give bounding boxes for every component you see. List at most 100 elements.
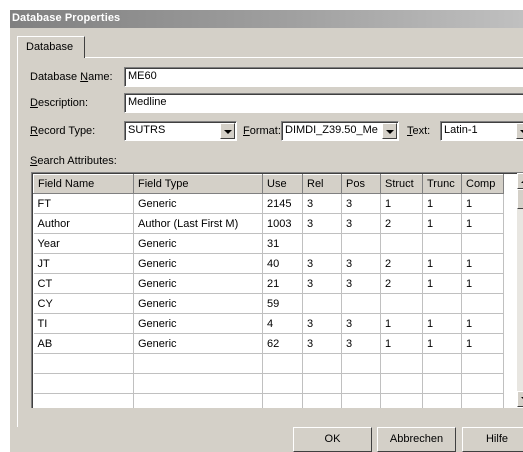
cell-use[interactable]: 62 (262, 333, 303, 354)
cell-field-name[interactable]: JT (33, 253, 134, 274)
cell-field-type[interactable]: Generic (133, 273, 263, 294)
record-type-select[interactable]: SUTRS (124, 121, 237, 141)
cell-field-type[interactable]: Generic (133, 253, 263, 274)
table-row[interactable]: CT Generic 21 3 3 2 1 1 (33, 273, 504, 294)
cell-struct[interactable] (380, 353, 423, 374)
cell-pos[interactable]: 3 (341, 253, 381, 274)
cell-comp[interactable]: 1 (461, 333, 504, 354)
cell-struct[interactable]: 1 (380, 313, 423, 334)
cell-field-name[interactable] (33, 373, 134, 394)
cell-trunc[interactable] (422, 293, 462, 314)
cell-pos[interactable]: 3 (341, 313, 381, 334)
column-header-field-type[interactable]: Field Type (133, 174, 263, 194)
cell-field-name[interactable]: FT (33, 193, 134, 214)
cell-comp[interactable] (461, 353, 504, 374)
cell-rel[interactable] (302, 233, 342, 254)
cell-field-type[interactable]: Generic (133, 293, 263, 314)
cell-pos[interactable] (341, 353, 381, 374)
column-header-struct[interactable]: Struct (380, 174, 423, 194)
cell-pos[interactable]: 3 (341, 273, 381, 294)
table-row[interactable]: TI Generic 4 3 3 1 1 1 (33, 313, 504, 334)
help-button[interactable]: Hilfe (462, 427, 523, 452)
cell-trunc[interactable]: 1 (422, 313, 462, 334)
cell-pos[interactable] (341, 373, 381, 394)
cell-comp[interactable]: 1 (461, 193, 504, 214)
cell-field-name[interactable]: AB (33, 333, 134, 354)
cancel-button[interactable]: Abbrechen (377, 427, 456, 452)
cell-trunc[interactable] (422, 393, 462, 408)
table-row[interactable] (33, 373, 504, 394)
cell-comp[interactable]: 1 (461, 213, 504, 234)
cell-pos[interactable] (341, 233, 381, 254)
cell-field-type[interactable]: Generic (133, 313, 263, 334)
cell-trunc[interactable]: 1 (422, 333, 462, 354)
column-header-rel[interactable]: Rel (302, 174, 342, 194)
cell-field-name[interactable]: Author (33, 213, 134, 234)
vertical-scrollbar[interactable] (517, 173, 523, 407)
cell-field-type[interactable] (133, 393, 263, 408)
cell-use[interactable] (262, 393, 303, 408)
cell-comp[interactable]: 1 (461, 273, 504, 294)
cell-trunc[interactable]: 1 (422, 213, 462, 234)
table-row[interactable]: Author Author (Last First M) 1003 3 3 2 1 1 (33, 213, 504, 234)
tab-database[interactable]: Database (17, 36, 85, 58)
cell-struct[interactable]: 1 (380, 193, 423, 214)
cell-rel[interactable]: 3 (302, 333, 342, 354)
cell-field-type[interactable] (133, 353, 263, 374)
cell-field-name[interactable]: CT (33, 273, 134, 294)
cell-comp[interactable] (461, 233, 504, 254)
cell-trunc[interactable]: 1 (422, 253, 462, 274)
cell-comp[interactable] (461, 393, 504, 408)
column-header-comp[interactable]: Comp (461, 174, 504, 194)
cell-field-name[interactable]: TI (33, 313, 134, 334)
scroll-down-icon[interactable] (517, 391, 523, 407)
cell-use[interactable]: 31 (262, 233, 303, 254)
table-row[interactable] (33, 353, 504, 374)
database-name-field[interactable]: ME60 (124, 67, 523, 87)
cell-use[interactable]: 2145 (262, 193, 303, 214)
cell-pos[interactable]: 3 (341, 213, 381, 234)
ok-button[interactable]: OK (293, 427, 372, 452)
cell-field-type[interactable]: Author (Last First M) (133, 213, 263, 234)
title-bar[interactable]: Database Properties (10, 10, 523, 28)
cell-use[interactable] (262, 353, 303, 374)
column-header-use[interactable]: Use (262, 174, 303, 194)
column-header-field-name[interactable]: Field Name (33, 174, 134, 194)
cell-rel[interactable]: 3 (302, 213, 342, 234)
cell-trunc[interactable] (422, 353, 462, 374)
cell-rel[interactable] (302, 353, 342, 374)
cell-struct[interactable] (380, 293, 423, 314)
cell-trunc[interactable] (422, 233, 462, 254)
cell-field-name[interactable] (33, 353, 134, 374)
cell-use[interactable]: 59 (262, 293, 303, 314)
cell-rel[interactable]: 3 (302, 273, 342, 294)
chevron-down-icon[interactable] (220, 123, 235, 139)
cell-pos[interactable]: 3 (341, 193, 381, 214)
cell-comp[interactable]: 1 (461, 253, 504, 274)
cell-trunc[interactable]: 1 (422, 193, 462, 214)
table-row[interactable]: CY Generic 59 (33, 293, 504, 314)
cell-rel[interactable] (302, 373, 342, 394)
table-row[interactable]: Year Generic 31 (33, 233, 504, 254)
cell-trunc[interactable]: 1 (422, 273, 462, 294)
cell-pos[interactable] (341, 293, 381, 314)
cell-field-type[interactable]: Generic (133, 193, 263, 214)
scroll-up-icon[interactable] (517, 173, 523, 189)
cell-use[interactable]: 4 (262, 313, 303, 334)
cell-struct[interactable]: 2 (380, 273, 423, 294)
cell-comp[interactable] (461, 293, 504, 314)
cell-use[interactable]: 1003 (262, 213, 303, 234)
text-encoding-select[interactable]: Latin-1 (440, 121, 523, 141)
chevron-down-icon[interactable] (516, 123, 523, 139)
cell-rel[interactable] (302, 393, 342, 408)
cell-field-type[interactable] (133, 373, 263, 394)
cell-field-name[interactable]: CY (33, 293, 134, 314)
cell-use[interactable]: 21 (262, 273, 303, 294)
table-row[interactable]: AB Generic 62 3 3 1 1 1 (33, 333, 504, 354)
cell-pos[interactable] (341, 393, 381, 408)
scroll-thumb[interactable] (517, 189, 523, 209)
cell-comp[interactable] (461, 373, 504, 394)
cell-use[interactable]: 40 (262, 253, 303, 274)
cell-struct[interactable]: 1 (380, 333, 423, 354)
cell-struct[interactable]: 2 (380, 213, 423, 234)
